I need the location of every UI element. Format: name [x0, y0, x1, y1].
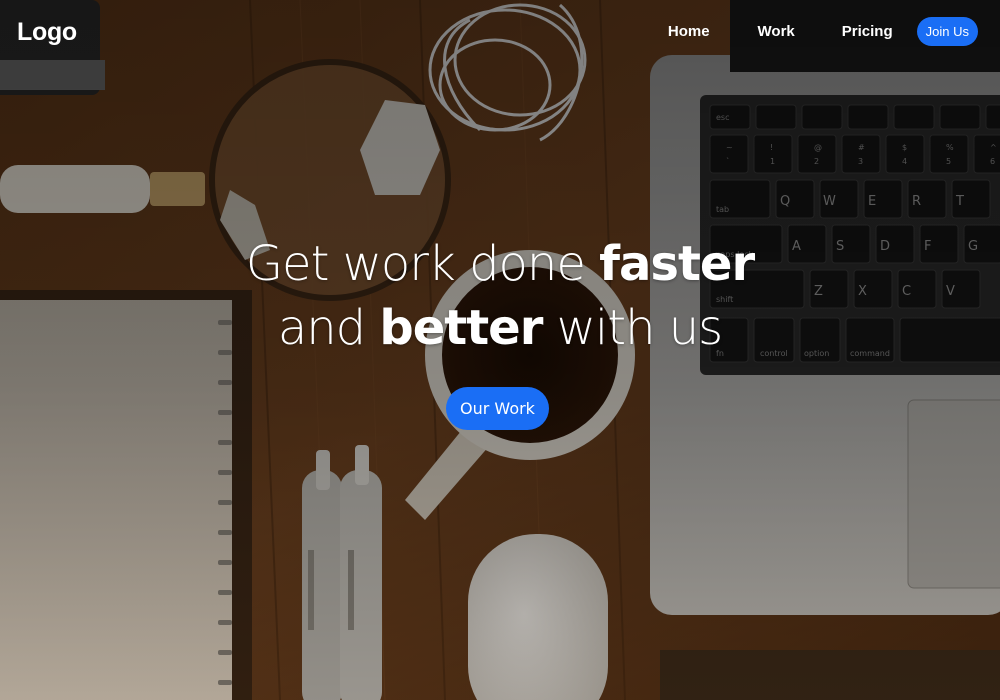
key-3: 3 — [858, 157, 863, 166]
hero-line-1-regular: Get work done — [245, 236, 600, 292]
site-logo[interactable]: Logo — [17, 18, 77, 47]
key-q: Q — [780, 194, 790, 209]
key-5: 5 — [946, 157, 951, 166]
key-backtick: ` — [726, 156, 730, 166]
landing-page: Q W E R T A S D F G Z X C V esc tab caps… — [0, 0, 1000, 700]
hero-line-1-bold: faster — [599, 236, 755, 292]
key-percent: % — [946, 143, 954, 152]
join-us-button[interactable]: Join Us — [916, 17, 978, 46]
hero-line-2-end: with us — [542, 300, 724, 356]
key-exclaim: ! — [770, 143, 773, 152]
key-1: 1 — [770, 157, 775, 166]
hero-line-2-start: and — [277, 300, 380, 356]
hero-line-2-bold: better — [379, 300, 543, 356]
our-work-button[interactable]: Our Work — [446, 387, 549, 430]
key-6: 6 — [990, 157, 995, 166]
key-dollar: $ — [902, 143, 907, 152]
key-w: W — [823, 194, 836, 209]
key-at: @ — [814, 143, 822, 152]
key-caret: ^ — [990, 143, 997, 152]
key-tilde: ~ — [726, 143, 733, 152]
hero-line-2: and better with us — [0, 296, 1000, 360]
nav-link-home[interactable]: Home — [668, 23, 710, 40]
key-r: R — [912, 194, 921, 209]
key-2: 2 — [814, 157, 819, 166]
hero-headline: Get work done faster and better with us — [0, 232, 1000, 360]
key-esc: esc — [716, 113, 730, 122]
key-4: 4 — [902, 157, 907, 166]
nav-link-pricing[interactable]: Pricing — [842, 23, 893, 40]
hero-line-1: Get work done faster — [0, 232, 1000, 296]
key-e: E — [868, 194, 876, 209]
key-hash: # — [858, 143, 865, 152]
nav-link-work[interactable]: Work — [758, 23, 795, 40]
key-tab: tab — [716, 205, 729, 214]
top-navbar: Logo Home Work Pricing Join Us — [0, 0, 1000, 64]
key-t: T — [955, 194, 964, 209]
main-nav: Home Work Pricing Join Us — [668, 17, 978, 46]
